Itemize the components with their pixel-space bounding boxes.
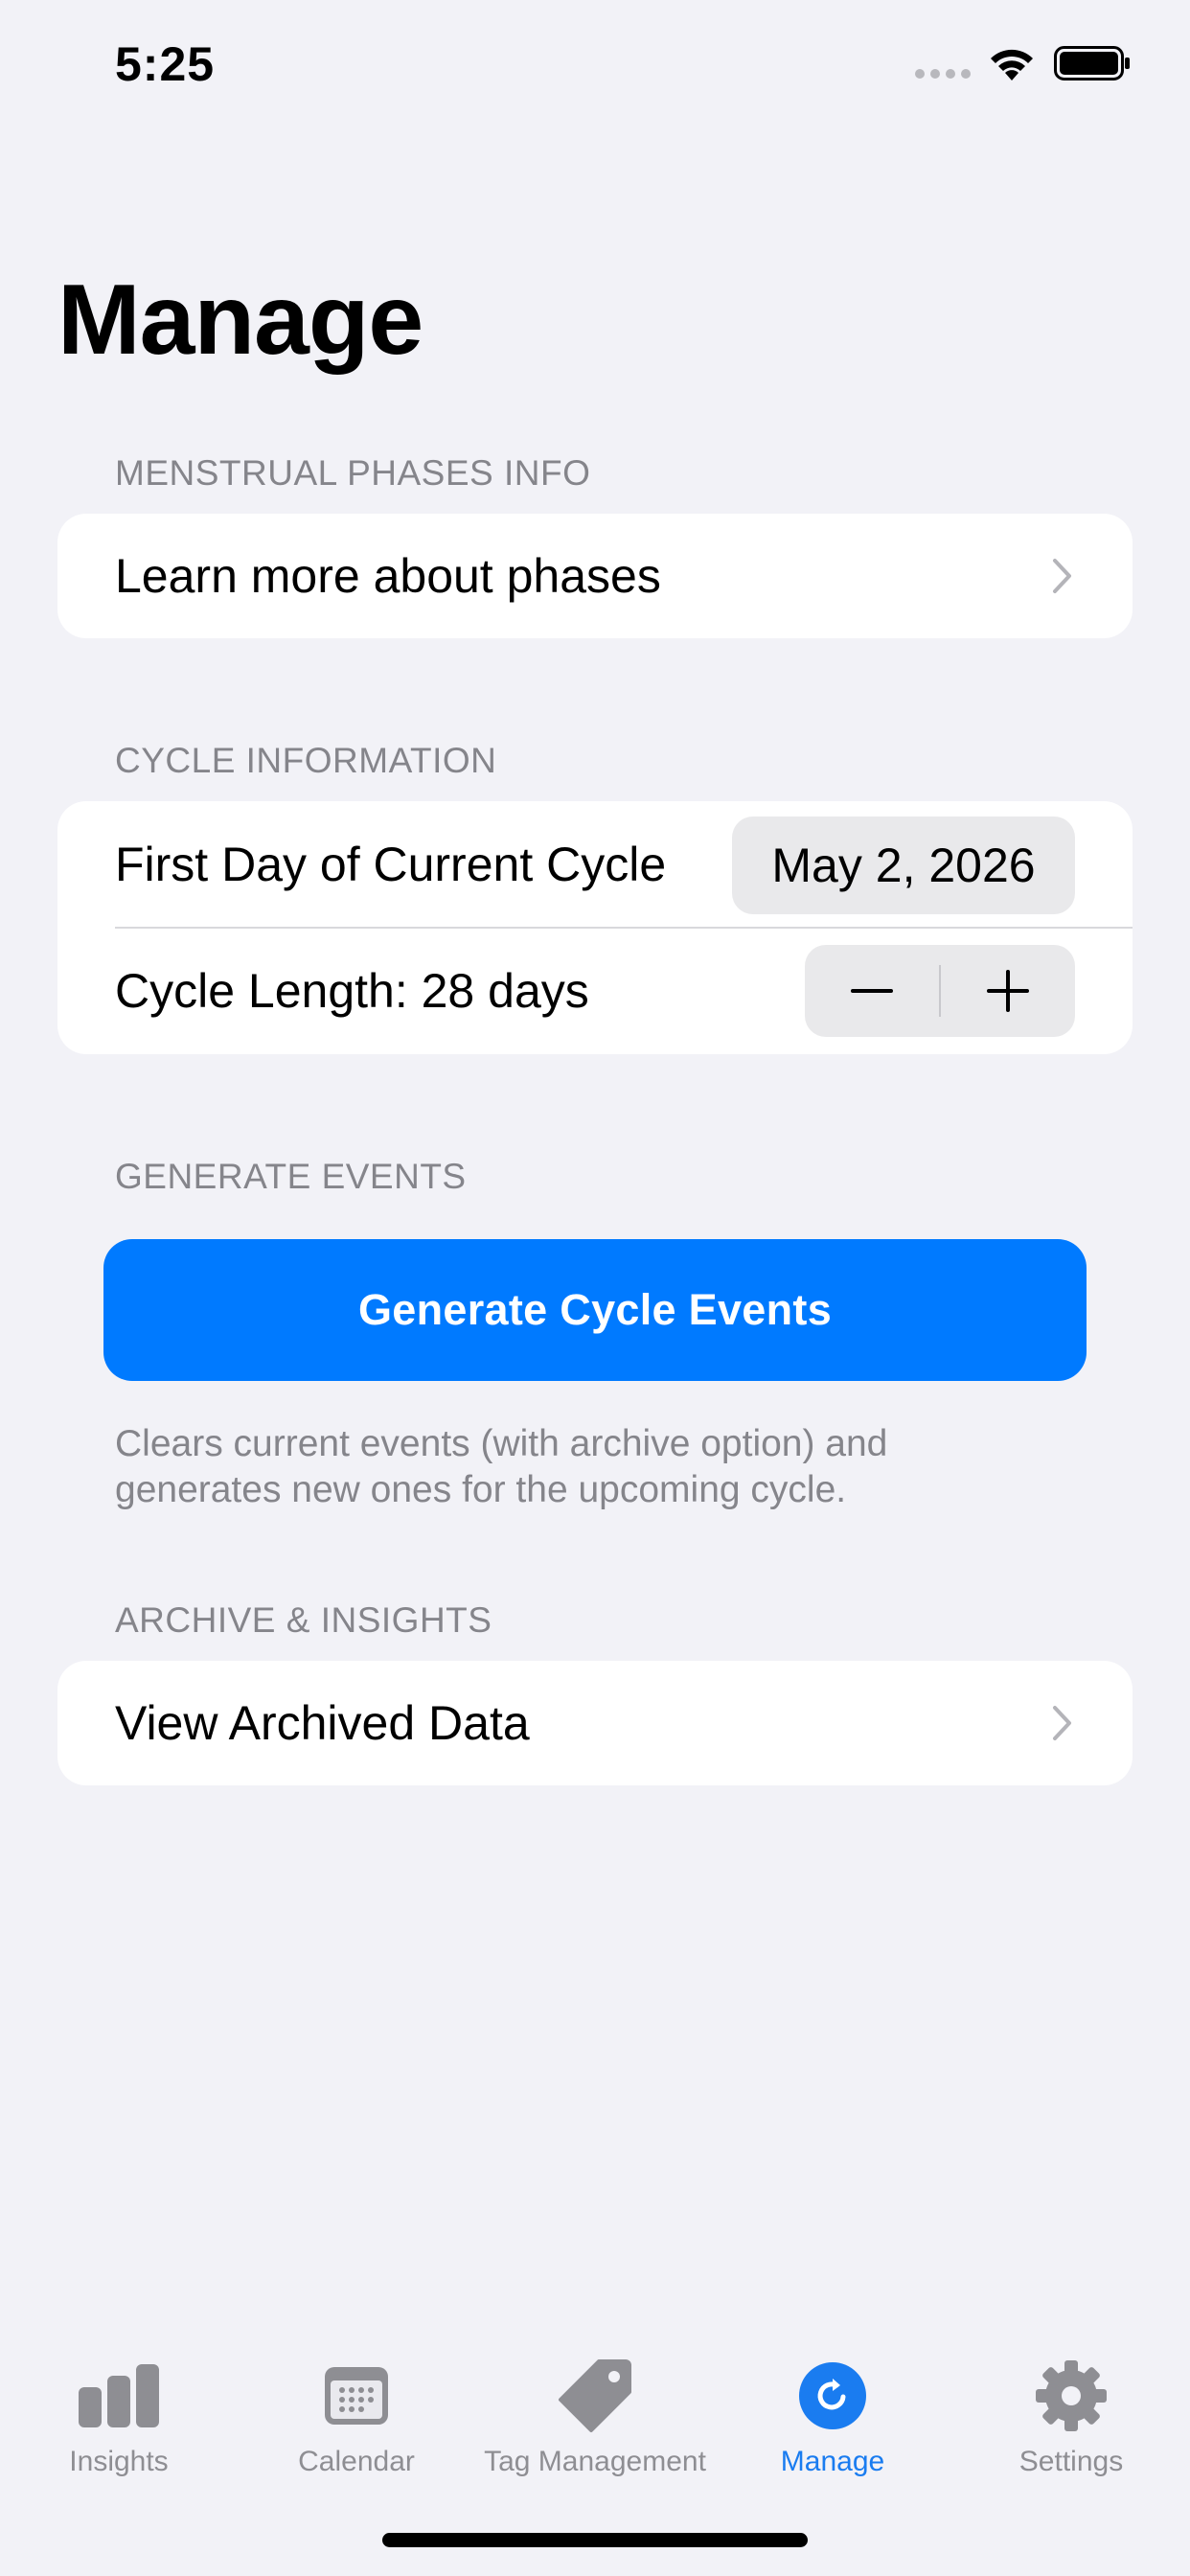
first-day-label: First Day of Current Cycle (115, 838, 667, 891)
minus-icon (851, 989, 893, 993)
cellular-signal-icon (915, 69, 971, 79)
increment-button[interactable] (941, 945, 1075, 1037)
cycle-card: First Day of Current Cycle May 2, 2026 C… (57, 801, 1133, 1054)
view-archived-label: View Archived Data (115, 1696, 530, 1750)
learn-phases-label: Learn more about phases (115, 549, 661, 603)
tab-tag-management[interactable]: Tag Management (476, 2358, 714, 2478)
learn-phases-row[interactable]: Learn more about phases (57, 514, 1133, 638)
gear-icon (1036, 2360, 1107, 2431)
section-header-archive: ARCHIVE & INSIGHTS (115, 1600, 492, 1640)
tab-label: Calendar (298, 2446, 415, 2477)
tab-calendar[interactable]: Calendar (238, 2358, 475, 2478)
tab-label: Insights (69, 2446, 169, 2477)
calendar-icon (325, 2367, 388, 2425)
bar-chart-icon (79, 2364, 159, 2427)
generate-footnote: Clears current events (with archive opti… (115, 1423, 888, 1510)
tab-label: Settings (1018, 2446, 1124, 2477)
cycle-length-row: Cycle Length: 28 days (57, 928, 1133, 1054)
chevron-right-icon (1053, 559, 1071, 593)
decrement-button[interactable] (805, 945, 939, 1037)
section-header-generate: GENERATE EVENTS (115, 1157, 467, 1196)
first-day-row: First Day of Current Cycle May 2, 2026 (57, 801, 1133, 928)
cycle-length-stepper (805, 945, 1075, 1037)
section-header-phases: MENSTRUAL PHASES INFO (115, 453, 591, 493)
section-header-cycle: CYCLE INFORMATION (115, 741, 497, 780)
tab-label: Manage (780, 2446, 885, 2477)
first-day-date-picker[interactable]: May 2, 2026 (732, 816, 1075, 914)
view-archived-row[interactable]: View Archived Data (57, 1661, 1133, 1785)
tab-settings[interactable]: Settings (952, 2358, 1190, 2478)
archive-card: View Archived Data (57, 1661, 1133, 1785)
tab-insights[interactable]: Insights (0, 2358, 238, 2478)
status-time: 5:25 (115, 37, 216, 91)
chevron-right-icon (1053, 1706, 1071, 1740)
tab-label: Tag Management (484, 2446, 706, 2477)
battery-icon (1054, 46, 1130, 80)
generate-cycle-events-button[interactable]: Generate Cycle Events (103, 1239, 1087, 1381)
status-bar: 5:25 (0, 0, 1190, 134)
wifi-icon (991, 49, 1033, 80)
home-indicator (382, 2533, 808, 2547)
tab-manage[interactable]: Manage (714, 2358, 951, 2478)
phases-card: Learn more about phases (57, 514, 1133, 638)
page-title: Manage (57, 264, 423, 376)
tag-icon (559, 2359, 631, 2432)
plus-icon (987, 970, 1029, 1012)
cycle-length-label: Cycle Length: 28 days (115, 964, 589, 1018)
refresh-circle-icon (799, 2362, 866, 2429)
